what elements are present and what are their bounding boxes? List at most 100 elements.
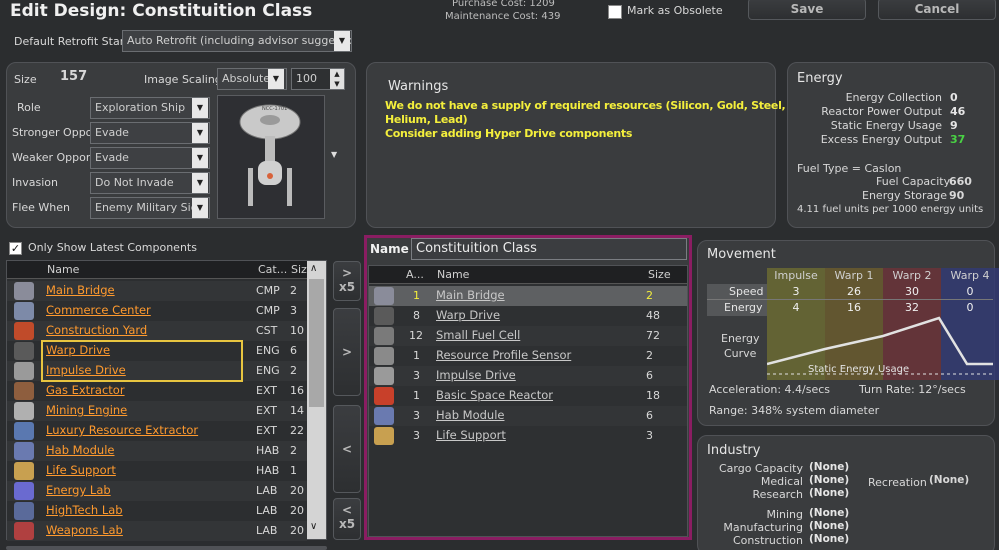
energy-curve-line: [767, 316, 993, 366]
component-icon: [374, 347, 394, 365]
component-name[interactable]: Weapons Lab: [46, 523, 123, 537]
movement-energy-value: 32: [905, 301, 919, 314]
chevron-down-icon[interactable]: ▼: [192, 173, 208, 193]
component-icon: [14, 342, 34, 360]
component-size: 20: [290, 484, 304, 497]
warning-line: Helium, Lead): [385, 113, 468, 126]
ship-component-name[interactable]: Impulse Drive: [436, 368, 516, 382]
component-name[interactable]: Main Bridge: [46, 283, 115, 297]
ship-component-size: 48: [646, 309, 660, 322]
industry-label: Construction: [732, 534, 803, 547]
purchase-cost: Purchase Cost: 1209: [452, 0, 555, 9]
movement-title: Movement: [707, 247, 776, 262]
scroll-thumb[interactable]: [309, 279, 324, 407]
component-name[interactable]: HighTech Lab: [46, 503, 123, 517]
cancel-button[interactable]: Cancel: [878, 0, 996, 20]
ship-image-chevron-icon[interactable]: ▼: [331, 150, 337, 159]
ship-component-name[interactable]: Life Support: [436, 428, 506, 442]
only-latest-checkbox[interactable]: ✓: [9, 242, 22, 255]
ship-component-name[interactable]: Basic Space Reactor: [436, 388, 553, 402]
ship-name-input[interactable]: Constituition Class: [411, 238, 687, 260]
ship-component-name[interactable]: Main Bridge: [436, 288, 505, 302]
remove-x5-button[interactable]: < x5: [333, 498, 361, 540]
col-cat-header[interactable]: Cat...: [258, 263, 287, 276]
component-category: LAB: [256, 484, 278, 497]
component-icon: [14, 442, 34, 460]
remove-button[interactable]: <: [333, 405, 361, 493]
fuel-capacity-value: 660: [949, 175, 972, 188]
fuel-note: 4.11 fuel units per 1000 energy units: [797, 204, 984, 215]
chevron-down-icon[interactable]: ▼: [192, 198, 208, 218]
ship-component-name[interactable]: Resource Profile Sensor: [436, 348, 571, 362]
component-icon: [14, 402, 34, 420]
component-name[interactable]: Energy Lab: [46, 483, 111, 497]
industry-title: Industry: [707, 443, 761, 458]
highlight-box: [41, 340, 243, 382]
ship-image[interactable]: NCC-1701: [217, 95, 325, 219]
add-button[interactable]: >: [333, 308, 361, 396]
mark-obsolete-checkbox[interactable]: [608, 5, 622, 19]
chevron-down-icon[interactable]: ▼: [192, 98, 208, 118]
chevron-down-icon[interactable]: ▼: [268, 69, 284, 89]
movement-column-header: Warp 2: [892, 269, 932, 282]
stepper-up-icon[interactable]: ▲: [330, 69, 344, 79]
energy-row-label: Energy Collection: [845, 91, 942, 104]
ship-component-name[interactable]: Warp Drive: [436, 308, 500, 322]
turn-rate: Turn Rate: 12°/secs: [859, 383, 966, 396]
component-icon: [14, 482, 34, 500]
scroll-up-icon[interactable]: ∧: [310, 263, 317, 274]
size-value: 157: [60, 69, 88, 84]
component-name[interactable]: Mining Engine: [46, 403, 127, 417]
component-size: 20: [290, 504, 304, 517]
add-x5-button[interactable]: > x5: [333, 261, 361, 301]
design-field-value: Do Not Invade: [95, 176, 174, 189]
component-icon: [14, 462, 34, 480]
component-name[interactable]: Commerce Center: [46, 303, 151, 317]
chevron-down-icon[interactable]: ▼: [334, 31, 350, 51]
retrofit-value: Auto Retrofit (including advisor suggest…: [127, 34, 352, 47]
component-icon: [374, 307, 394, 325]
remove-x5-arrow: <: [341, 503, 353, 517]
col-shipname-header[interactable]: Name: [437, 268, 469, 281]
chevron-down-icon[interactable]: ▼: [192, 123, 208, 143]
ship-component-name[interactable]: Small Fuel Cell: [436, 328, 520, 342]
col-shipsize-header[interactable]: Size: [648, 268, 671, 281]
retrofit-dropdown[interactable]: Auto Retrofit (including advisor suggest…: [122, 30, 352, 52]
design-field-value: Enemy Military Sigh: [95, 201, 205, 214]
ship-component-amount: 12: [409, 329, 423, 342]
industry-label: Cargo Capacity: [718, 462, 803, 475]
chevron-down-icon[interactable]: ▼: [192, 148, 208, 168]
component-size: 6: [290, 344, 297, 357]
ship-component-name[interactable]: Hab Module: [436, 408, 504, 422]
component-icon: [374, 387, 394, 405]
component-icon: [374, 427, 394, 445]
component-category: CMP: [256, 304, 280, 317]
component-icon: [374, 287, 394, 305]
design-field-value: Evade: [95, 126, 129, 139]
component-name[interactable]: Life Support: [46, 463, 116, 477]
save-button[interactable]: Save: [748, 0, 866, 20]
design-field-value: Evade: [95, 151, 129, 164]
component-size: 10: [290, 324, 304, 337]
fuel-capacity-label: Fuel Capacity: [876, 175, 951, 188]
industry-value: (None): [809, 461, 850, 473]
component-category: CST: [256, 324, 278, 337]
stepper-down-icon[interactable]: ▼: [330, 79, 344, 89]
component-icon: [14, 322, 34, 340]
ship-component-size: 3: [646, 429, 653, 442]
industry-label: Medical: [760, 475, 803, 488]
col-amount-header[interactable]: A...: [406, 268, 424, 281]
industry-label: Manufacturing: [723, 521, 803, 534]
scroll-down-icon[interactable]: ∨: [310, 521, 317, 532]
components-scrollbar[interactable]: ∧ ∨: [307, 261, 326, 539]
design-field-label: Flee When: [12, 201, 71, 214]
component-name[interactable]: Hab Module: [46, 443, 114, 457]
component-name[interactable]: Luxury Resource Extractor: [46, 423, 198, 437]
component-name[interactable]: Gas Extractor: [46, 383, 125, 397]
component-category: LAB: [256, 524, 278, 537]
col-name-header[interactable]: Name: [47, 263, 79, 276]
component-icon: [374, 407, 394, 425]
recreation-label: Recreation: [868, 476, 927, 489]
component-name[interactable]: Construction Yard: [46, 323, 147, 337]
component-icon: [374, 327, 394, 345]
